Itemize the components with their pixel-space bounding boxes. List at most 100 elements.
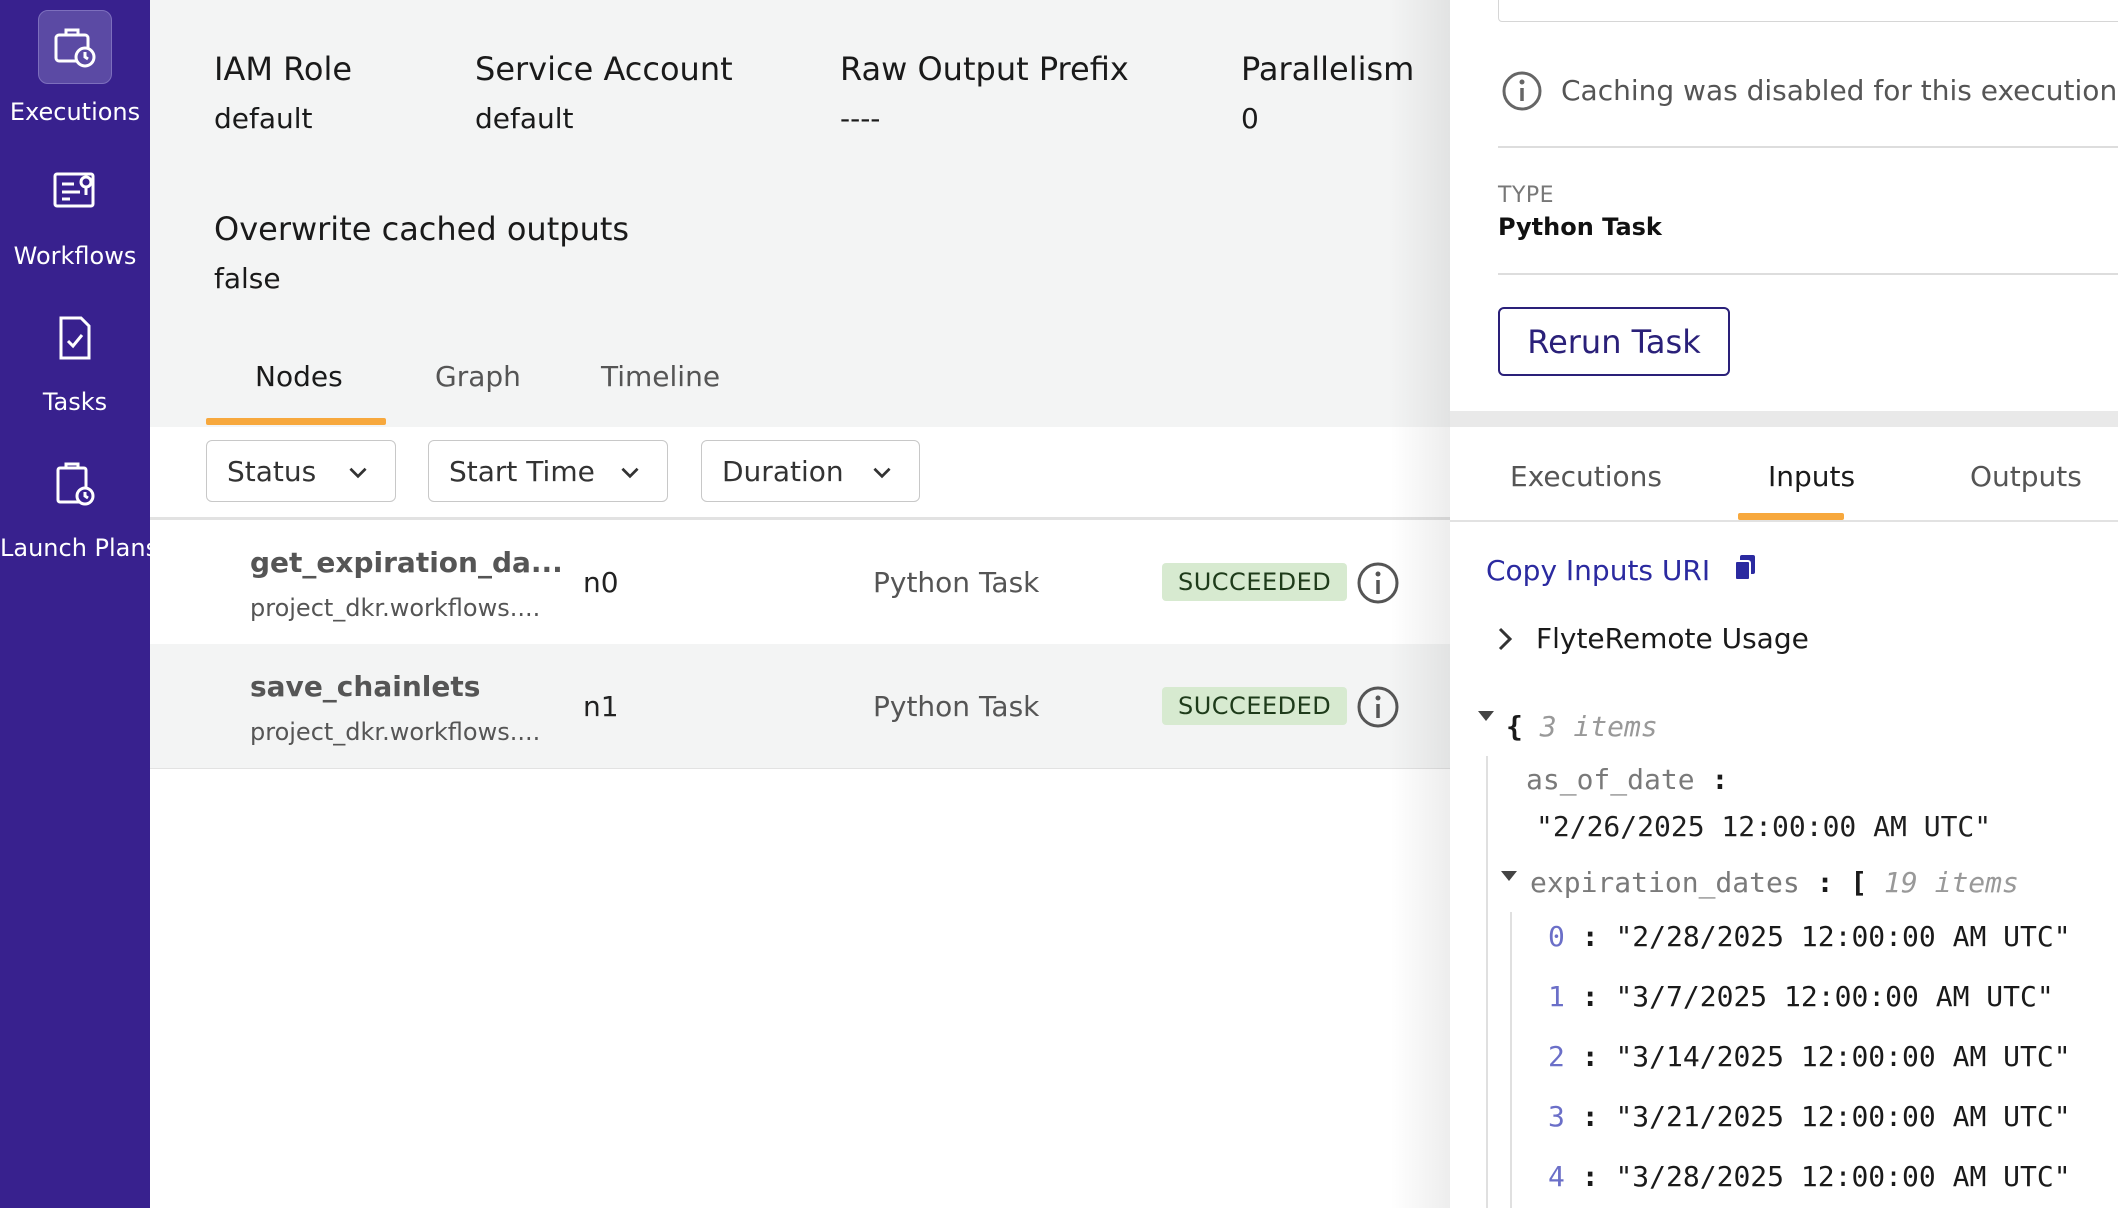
json-array-item: 1 : "3/7/2025 12:00:00 AM UTC" [1548, 980, 2054, 1013]
chevron-down-icon [621, 467, 639, 479]
info-icon [1502, 71, 1542, 111]
panel-shadow [1390, 0, 1450, 1208]
json-colon: : [1581, 920, 1616, 953]
node-name[interactable]: get_expiration_da... [250, 546, 563, 579]
json-brace: { [1506, 710, 1523, 743]
chevron-down-icon [873, 467, 891, 479]
active-tab-indicator [206, 418, 386, 425]
flyteremote-usage-toggle[interactable]: FlyteRemote Usage [1536, 622, 1809, 655]
iam-role-value: default [214, 102, 313, 135]
rerun-task-button[interactable]: Rerun Task [1498, 307, 1730, 376]
json-value: "2/28/2025 12:00:00 AM UTC" [1615, 920, 2071, 953]
sidebar-item-label: Tasks [42, 388, 108, 416]
cache-note: Caching was disabled for this execution. [1561, 74, 2118, 107]
node-subtitle: project_dkr.workflows.... [250, 718, 541, 746]
status-filter-label: Status [227, 454, 317, 488]
parallelism-value: 0 [1241, 102, 1259, 135]
table-row[interactable]: save_chainlets project_dkr.workflows....… [150, 644, 1450, 769]
tab-graph[interactable]: Graph [435, 360, 521, 393]
type-label: TYPE [1498, 183, 1555, 208]
overwrite-cache-label: Overwrite cached outputs [214, 210, 630, 248]
duration-filter-label: Duration [722, 454, 844, 488]
main-content: IAM Role default Service Account default… [150, 0, 1450, 1208]
type-value: Python Task [1498, 213, 1662, 241]
node-name[interactable]: save_chainlets [250, 670, 480, 703]
start-time-filter-label: Start Time [449, 454, 595, 488]
raw-output-prefix-value: ---- [840, 102, 881, 135]
node-id: n0 [583, 566, 619, 599]
tab-divider [1450, 520, 2118, 522]
sidebar-item-label: Workflows [13, 242, 137, 270]
json-indent-guide [1486, 756, 1488, 1208]
json-index: 1 [1548, 980, 1565, 1013]
json-colon: : [1711, 763, 1729, 796]
active-tab-indicator [1738, 513, 1844, 520]
tasks-icon [39, 302, 111, 374]
tab-outputs[interactable]: Outputs [1970, 460, 2082, 493]
json-array-count: 19 items [1884, 866, 2019, 899]
json-key: expiration_dates [1530, 866, 1800, 899]
json-index: 0 [1548, 920, 1565, 953]
chevron-right-icon[interactable] [1492, 624, 1518, 654]
json-colon: : [1581, 1100, 1616, 1133]
sidebar-item-label: Launch Plans [0, 534, 159, 562]
divider [1498, 273, 2118, 275]
json-key-row: expiration_dates : [ 19 items [1530, 866, 2019, 899]
launch-plans-icon [39, 448, 111, 520]
divider [1498, 146, 2118, 148]
raw-output-prefix-label: Raw Output Prefix [840, 50, 1129, 88]
parallelism-label: Parallelism [1241, 50, 1415, 88]
service-account-value: default [475, 102, 574, 135]
status-badge: SUCCEEDED [1162, 563, 1348, 601]
node-id: n1 [583, 690, 619, 723]
json-value: "3/21/2025 12:00:00 AM UTC" [1615, 1100, 2071, 1133]
json-index: 4 [1548, 1160, 1565, 1193]
sidebar-item-label: Executions [9, 98, 141, 126]
sidebar-item-tasks[interactable]: Tasks [0, 302, 150, 416]
sidebar: Executions Workflows Tasks Launch Plans [0, 0, 159, 1208]
tab-timeline[interactable]: Timeline [601, 360, 720, 393]
start-time-filter[interactable]: Start Time [428, 440, 668, 502]
duration-filter[interactable]: Duration [701, 440, 920, 502]
status-badge: SUCCEEDED [1162, 687, 1348, 725]
section-separator [1450, 411, 2118, 427]
status-filter[interactable]: Status [206, 440, 396, 502]
json-array-item: 3 : "3/21/2025 12:00:00 AM UTC" [1548, 1100, 2071, 1133]
table-row[interactable]: get_expiration_da... project_dkr.workflo… [150, 520, 1450, 645]
tab-executions[interactable]: Executions [1510, 460, 1662, 493]
json-indent-guide [1510, 912, 1512, 1208]
copy-inputs-uri-link[interactable]: Copy Inputs URI [1486, 554, 1757, 587]
json-value: "3/7/2025 12:00:00 AM UTC" [1615, 980, 2054, 1013]
json-array-item: 0 : "2/28/2025 12:00:00 AM UTC" [1548, 920, 2071, 953]
caret-down-icon[interactable] [1499, 868, 1519, 884]
tab-nodes[interactable]: Nodes [255, 360, 343, 393]
node-type: Python Task [873, 566, 1040, 599]
json-value: "3/28/2025 12:00:00 AM UTC" [1615, 1160, 2071, 1193]
overwrite-cache-value: false [214, 262, 281, 295]
json-index: 2 [1548, 1040, 1565, 1073]
json-key: as_of_date [1526, 763, 1695, 796]
iam-role-label: IAM Role [214, 50, 353, 88]
json-array-item: 2 : "3/14/2025 12:00:00 AM UTC" [1548, 1040, 2071, 1073]
copy-inputs-uri-label: Copy Inputs URI [1486, 554, 1711, 587]
json-colon: : [1581, 1160, 1616, 1193]
json-index: 3 [1548, 1100, 1565, 1133]
json-root: { 3 items [1506, 710, 1658, 743]
node-type: Python Task [873, 690, 1040, 723]
node-detail-panel: Caching was disabled for this execution.… [1450, 0, 2118, 1208]
sidebar-item-executions[interactable]: Executions [0, 10, 150, 126]
json-value: "2/26/2025 12:00:00 AM UTC" [1536, 810, 1992, 843]
json-value: "3/14/2025 12:00:00 AM UTC" [1615, 1040, 2071, 1073]
execution-metadata: IAM Role default Service Account default… [150, 0, 1450, 427]
sidebar-item-workflows[interactable]: Workflows [0, 156, 150, 270]
chevron-down-icon [349, 467, 367, 479]
caret-down-icon[interactable] [1476, 708, 1496, 724]
json-root-count: 3 items [1539, 710, 1658, 743]
json-colon: : [1581, 1040, 1616, 1073]
copy-icon [1734, 555, 1756, 581]
sidebar-item-launch-plans[interactable]: Launch Plans [0, 448, 159, 562]
tab-inputs[interactable]: Inputs [1768, 460, 1855, 493]
workflows-icon [39, 156, 111, 228]
service-account-label: Service Account [475, 50, 733, 88]
json-key-row: as_of_date : [1526, 763, 1728, 796]
